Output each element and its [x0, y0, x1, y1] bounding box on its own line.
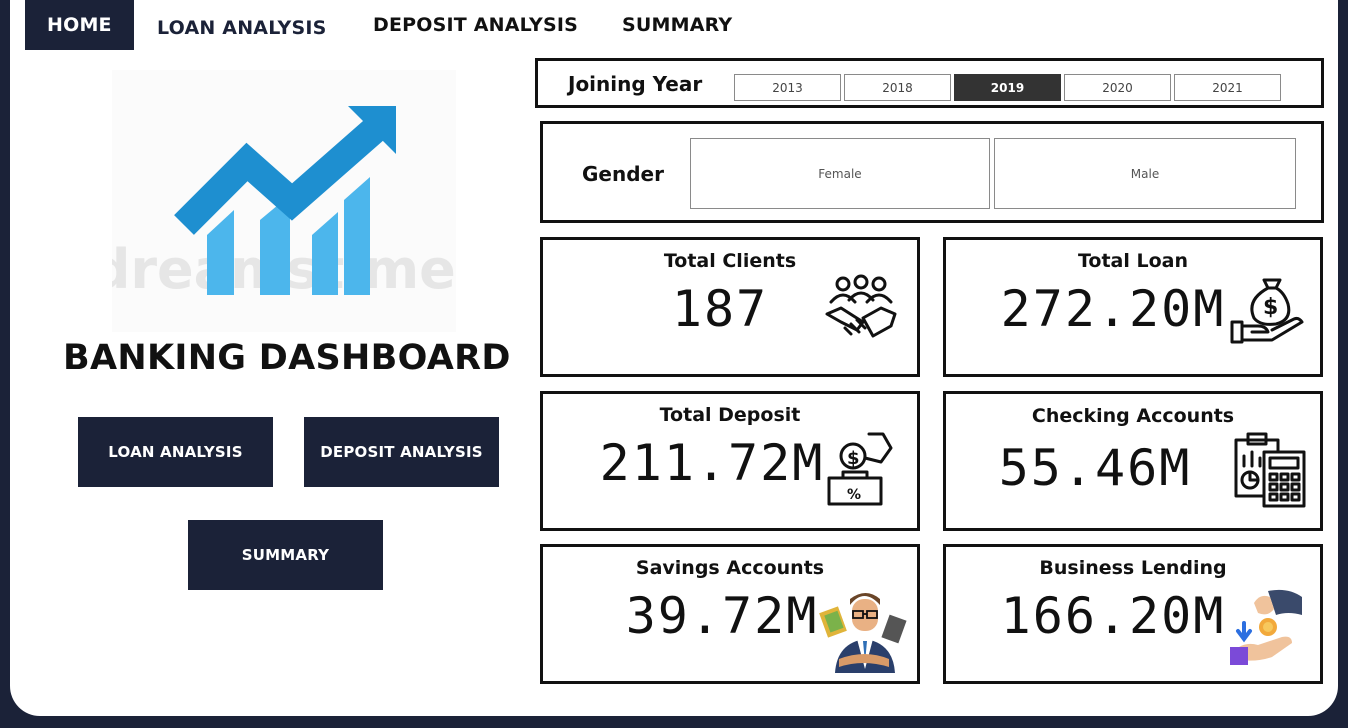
year-option-label: 2013 [772, 80, 803, 95]
card-title: Total Loan [1077, 250, 1189, 272]
card-title: Total Clients [663, 250, 797, 272]
loan-analysis-button-label: LOAN ANALYSIS [108, 443, 243, 461]
svg-text:$: $ [847, 448, 860, 469]
nav-loan-analysis[interactable]: LOAN ANALYSIS [157, 3, 327, 53]
total-deposit-card: Total Deposit 211.72M $ % [540, 391, 920, 531]
nav-home-label: HOME [47, 14, 112, 36]
nav-summary-label: SUMMARY [622, 14, 733, 36]
summary-button[interactable]: SUMMARY [188, 520, 383, 590]
dashboard-canvas: HOME LOAN ANALYSIS DEPOSIT ANALYSIS SUMM… [10, 0, 1338, 716]
handshake-group-icon [821, 270, 901, 350]
money-bag-hand-icon: $ [1228, 272, 1308, 352]
deposit-analysis-button[interactable]: DEPOSIT ANALYSIS [304, 417, 499, 487]
dashboard-title: BANKING DASHBOARD [63, 338, 511, 378]
nav-summary[interactable]: SUMMARY [622, 0, 732, 50]
gender-slicer: Gender Female Male [540, 121, 1324, 223]
loan-analysis-button[interactable]: LOAN ANALYSIS [78, 417, 273, 487]
svg-text:%: % [847, 487, 861, 503]
year-option-label: 2020 [1102, 80, 1133, 95]
business-lending-card: Business Lending 166.20M [943, 544, 1323, 684]
savings-accounts-card: Savings Accounts 39.72M [540, 544, 920, 684]
joining-year-slicer: Joining Year 2013 2018 2019 2020 2021 [535, 58, 1324, 108]
gender-option-label: Male [1130, 166, 1160, 181]
total-loan-card: Total Loan 272.20M $ [943, 237, 1323, 377]
year-option-2019[interactable]: 2019 [954, 74, 1061, 101]
businessman-icon [819, 587, 909, 673]
year-option-2021[interactable]: 2021 [1174, 74, 1281, 101]
year-option-label: 2021 [1212, 80, 1243, 95]
nav-loan-analysis-label: LOAN ANALYSIS [157, 17, 327, 39]
gender-option-male[interactable]: Male [994, 138, 1296, 209]
nav-home[interactable]: HOME [25, 0, 134, 50]
card-title: Checking Accounts [1031, 405, 1235, 427]
year-option-2018[interactable]: 2018 [844, 74, 951, 101]
coin-hands-icon [1228, 585, 1308, 665]
total-clients-card: Total Clients 187 [540, 237, 920, 377]
card-title: Total Deposit [659, 404, 801, 426]
deposit-analysis-button-label: DEPOSIT ANALYSIS [320, 443, 483, 461]
deposit-box-icon: $ % [821, 428, 901, 508]
nav-deposit-analysis[interactable]: DEPOSIT ANALYSIS [373, 0, 578, 50]
year-option-label: 2018 [882, 80, 913, 95]
card-value: 55.46M [998, 439, 1192, 497]
svg-text:$: $ [1263, 295, 1278, 320]
year-option-2020[interactable]: 2020 [1064, 74, 1171, 101]
year-option-label: 2019 [990, 80, 1025, 95]
growth-chart-logo: dreamstime. [112, 70, 456, 332]
gender-option-label: Female [818, 166, 862, 181]
growth-chart-icon: dreamstime. [112, 70, 456, 332]
nav-deposit-analysis-label: DEPOSIT ANALYSIS [373, 14, 579, 36]
summary-button-label: SUMMARY [241, 546, 330, 564]
joining-year-label: Joining Year [568, 72, 703, 96]
clipboard-calculator-icon [1230, 430, 1310, 510]
gender-option-female[interactable]: Female [690, 138, 990, 209]
gender-label: Gender [582, 162, 664, 186]
card-title: Business Lending [1039, 557, 1227, 579]
card-title: Savings Accounts [635, 557, 825, 579]
checking-accounts-card: Checking Accounts 55.46M [943, 391, 1323, 531]
year-option-2013[interactable]: 2013 [734, 74, 841, 101]
